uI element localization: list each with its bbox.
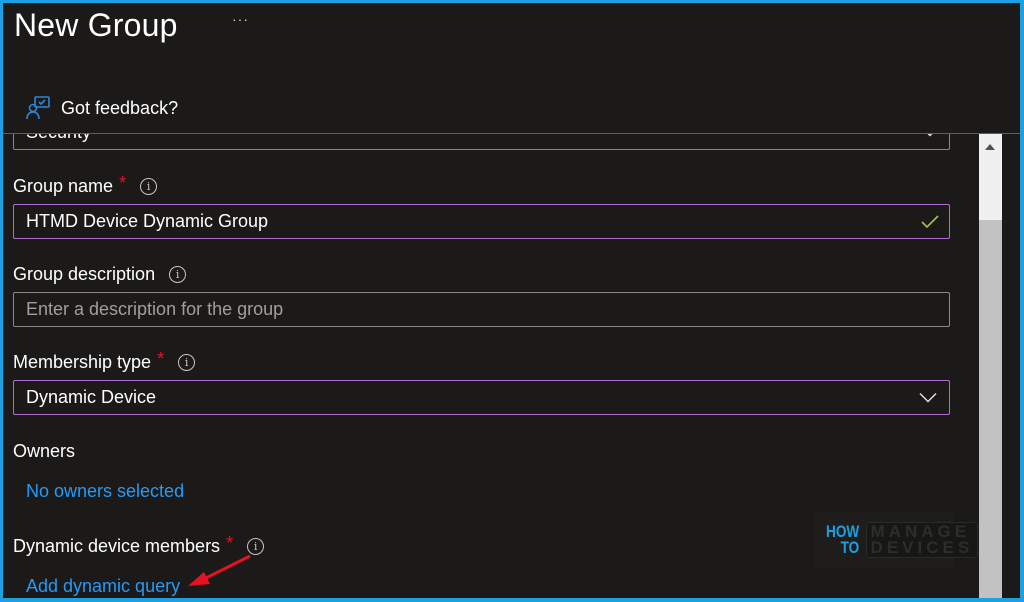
membership-type-label-text: Membership type <box>13 352 152 372</box>
watermark-to: TO <box>840 538 860 557</box>
scroll-up-arrow-icon[interactable] <box>979 134 1002 220</box>
group-description-label-text: Group description <box>13 264 156 284</box>
watermark-devices: DEVICES <box>870 538 974 557</box>
add-dynamic-query-link[interactable]: Add dynamic query <box>26 576 180 597</box>
more-options-button[interactable]: ··· <box>232 11 249 27</box>
scrollbar-thumb[interactable] <box>981 220 1000 598</box>
membership-type-label: Membership type * i <box>13 349 196 373</box>
membership-type-value: Dynamic Device <box>26 387 157 407</box>
info-icon[interactable]: i <box>178 354 196 371</box>
owners-label: Owners <box>13 441 75 462</box>
how-to-manage-devices-watermark: HOW TO MANAGE DEVICES <box>814 512 979 568</box>
required-marker: * <box>119 173 127 193</box>
group-description-input[interactable]: Enter a description for the group <box>13 292 950 327</box>
no-owners-selected-link[interactable]: No owners selected <box>26 481 184 502</box>
membership-type-dropdown[interactable]: Dynamic Device <box>13 380 950 415</box>
header-divider <box>3 133 1020 134</box>
feedback-icon <box>26 96 50 120</box>
group-name-label-text: Group name <box>13 176 114 196</box>
vertical-scrollbar[interactable] <box>979 134 1002 598</box>
annotation-arrow-icon <box>188 554 251 586</box>
group-type-dropdown[interactable]: Security <box>13 134 950 150</box>
group-name-value: HTMD Device Dynamic Group <box>26 211 269 231</box>
group-type-value: Security <box>26 134 91 143</box>
info-icon[interactable]: i <box>169 266 187 283</box>
owners-label-text: Owners <box>13 441 76 461</box>
chevron-down-icon <box>919 392 937 403</box>
required-marker: * <box>226 533 234 553</box>
required-marker: * <box>157 349 165 369</box>
watermark-manage-devices: MANAGE DEVICES <box>865 522 979 558</box>
checkmark-icon <box>921 214 939 228</box>
feedback-label: Got feedback? <box>61 97 179 118</box>
info-icon[interactable]: i <box>140 178 158 195</box>
group-description-label: Group description i <box>13 264 187 285</box>
group-name-label: Group name * i <box>13 173 158 197</box>
page-header: New Group ··· Got feedback? <box>3 3 1020 133</box>
page-title: New Group <box>14 7 178 43</box>
group-name-input[interactable]: HTMD Device Dynamic Group <box>13 204 950 239</box>
watermark-how-to: HOW TO <box>826 523 860 557</box>
group-description-placeholder: Enter a description for the group <box>26 299 284 319</box>
chevron-down-icon <box>928 134 932 136</box>
feedback-button[interactable]: Got feedback? <box>25 95 178 121</box>
